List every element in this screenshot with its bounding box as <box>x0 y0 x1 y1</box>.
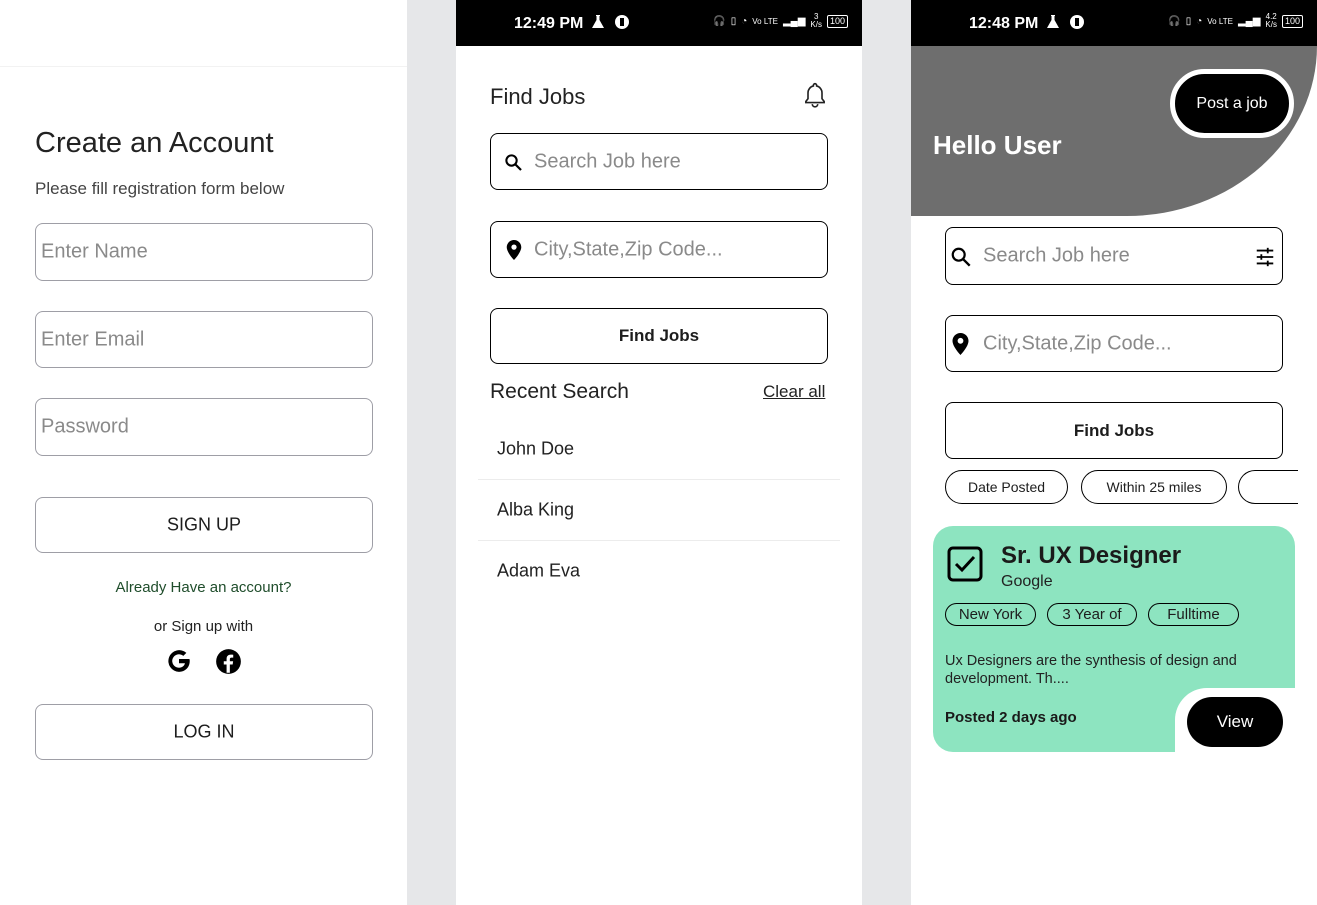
app-badge-icon <box>615 15 629 29</box>
password-field[interactable]: Password <box>35 398 373 456</box>
location-input[interactable]: City,State,Zip Code... <box>490 221 828 278</box>
job-title: Sr. UX Designer <box>1001 542 1182 569</box>
home-screen: 12:48 PM 🎧 ▯ ◔ Vo LTE ▂▄▆ 4.2 K/s 100 Hel… <box>911 0 1317 905</box>
name-field[interactable]: Enter Name <box>35 223 373 281</box>
view-button[interactable]: View <box>1187 697 1283 747</box>
wifi-icon: ◔ <box>741 15 748 27</box>
network-label: Vo LTE <box>1207 16 1233 26</box>
or-sign-up-with-text: or Sign up with <box>153 618 254 635</box>
company-name: Google <box>1001 573 1053 590</box>
filter-sliders-icon[interactable] <box>1254 246 1276 268</box>
flask-icon <box>592 15 604 28</box>
facebook-icon[interactable] <box>215 648 242 675</box>
sign-up-button[interactable]: SIGN UP <box>35 497 373 553</box>
checkbox-checked-icon[interactable] <box>947 546 983 582</box>
top-divider <box>0 66 407 67</box>
log-in-button[interactable]: LOG IN <box>35 704 373 760</box>
network-label: Vo LTE <box>752 16 778 26</box>
flask-icon <box>1047 15 1059 28</box>
job-description: Ux Designers are the synthesis of design… <box>945 653 1237 687</box>
list-item[interactable]: John Doe <box>478 418 840 480</box>
filter-chip-more[interactable] <box>1238 470 1298 504</box>
status-bar: 12:48 PM 🎧 ▯ ◔ Vo LTE ▂▄▆ 4.2 K/s 100 <box>911 0 1317 46</box>
email-placeholder: Enter Email <box>41 328 145 350</box>
tag-employment-type: Fulltime <box>1148 603 1239 626</box>
search-placeholder: Search Job here <box>983 244 1130 267</box>
recent-search-title: Recent Search <box>490 380 629 403</box>
app-badge-icon <box>1070 15 1084 29</box>
password-placeholder: Password <box>41 415 129 438</box>
vibrate-icon: ▯ <box>1185 15 1192 27</box>
view-label: View <box>1216 712 1254 731</box>
already-have-account-link[interactable]: Already Have an account? <box>0 579 407 596</box>
search-placeholder: Search Job here <box>534 150 681 172</box>
list-item[interactable]: Adam Eva <box>478 540 840 601</box>
search-input[interactable]: Search Job here <box>945 227 1283 285</box>
signal-icon: ▂▄▆ <box>1237 15 1261 27</box>
location-placeholder: City,State,Zip Code... <box>534 238 723 260</box>
status-time: 12:48 PM <box>969 15 1039 32</box>
wifi-icon: ◔ <box>1196 15 1203 27</box>
battery-indicator: 100 <box>826 14 848 28</box>
find-jobs-label: Find Jobs <box>618 326 700 345</box>
location-pin-icon <box>506 240 522 260</box>
log-in-label: LOG IN <box>173 721 235 742</box>
list-item[interactable]: Alba King <box>478 479 840 541</box>
post-a-job-button[interactable]: Post a job <box>1170 69 1294 138</box>
search-icon <box>505 154 522 171</box>
posted-date: Posted 2 days ago <box>945 709 1077 726</box>
filter-chip-date-posted[interactable]: Date Posted <box>945 470 1068 504</box>
find-jobs-screen: 12:49 PM 🎧 ▯ ◔ Vo LTE ▂▄▆ 3 K/s 100 Find … <box>456 0 862 905</box>
job-card[interactable]: Sr. UX Designer Google New York 3 Year o… <box>933 526 1295 752</box>
location-placeholder: City,State,Zip Code... <box>983 332 1172 354</box>
tag-location: New York <box>945 603 1036 626</box>
email-field[interactable]: Enter Email <box>35 311 373 368</box>
net-speed-unit: K/s <box>1265 20 1277 29</box>
location-input[interactable]: City,State,Zip Code... <box>945 315 1283 372</box>
find-jobs-button[interactable]: Find Jobs <box>490 308 828 364</box>
filter-chip-within-25-miles[interactable]: Within 25 miles <box>1081 470 1227 504</box>
find-jobs-button[interactable]: Find Jobs <box>945 402 1283 459</box>
search-input[interactable]: Search Job here <box>490 133 828 190</box>
page-subtitle: Please fill registration form below <box>35 179 285 198</box>
name-placeholder: Enter Name <box>41 240 148 263</box>
net-speed-unit: K/s <box>810 20 822 29</box>
greeting: Hello User <box>933 130 1062 160</box>
sign-up-label: SIGN UP <box>166 514 241 535</box>
search-icon <box>951 247 971 267</box>
clear-all-link[interactable]: Clear all <box>763 382 825 402</box>
google-icon[interactable] <box>166 648 192 674</box>
vibrate-icon: ▯ <box>730 15 737 27</box>
signal-icon: ▂▄▆ <box>782 15 806 27</box>
find-jobs-label: Find Jobs <box>1073 420 1155 440</box>
post-a-job-label: Post a job <box>1196 94 1268 112</box>
tag-experience: 3 Year of <box>1047 603 1137 626</box>
signup-screen: Create an Account Please fill registrati… <box>0 0 407 905</box>
headphones-icon: 🎧 <box>713 15 726 27</box>
headphones-icon: 🎧 <box>1168 15 1181 27</box>
status-time: 12:49 PM <box>514 15 584 32</box>
location-pin-icon <box>952 333 969 355</box>
bell-icon[interactable] <box>802 81 828 109</box>
page-title: Create an Account <box>35 127 274 159</box>
battery-indicator: 100 <box>1281 14 1303 28</box>
status-bar: 12:49 PM 🎧 ▯ ◔ Vo LTE ▂▄▆ 3 K/s 100 <box>456 0 862 46</box>
page-title: Find Jobs <box>490 84 586 109</box>
